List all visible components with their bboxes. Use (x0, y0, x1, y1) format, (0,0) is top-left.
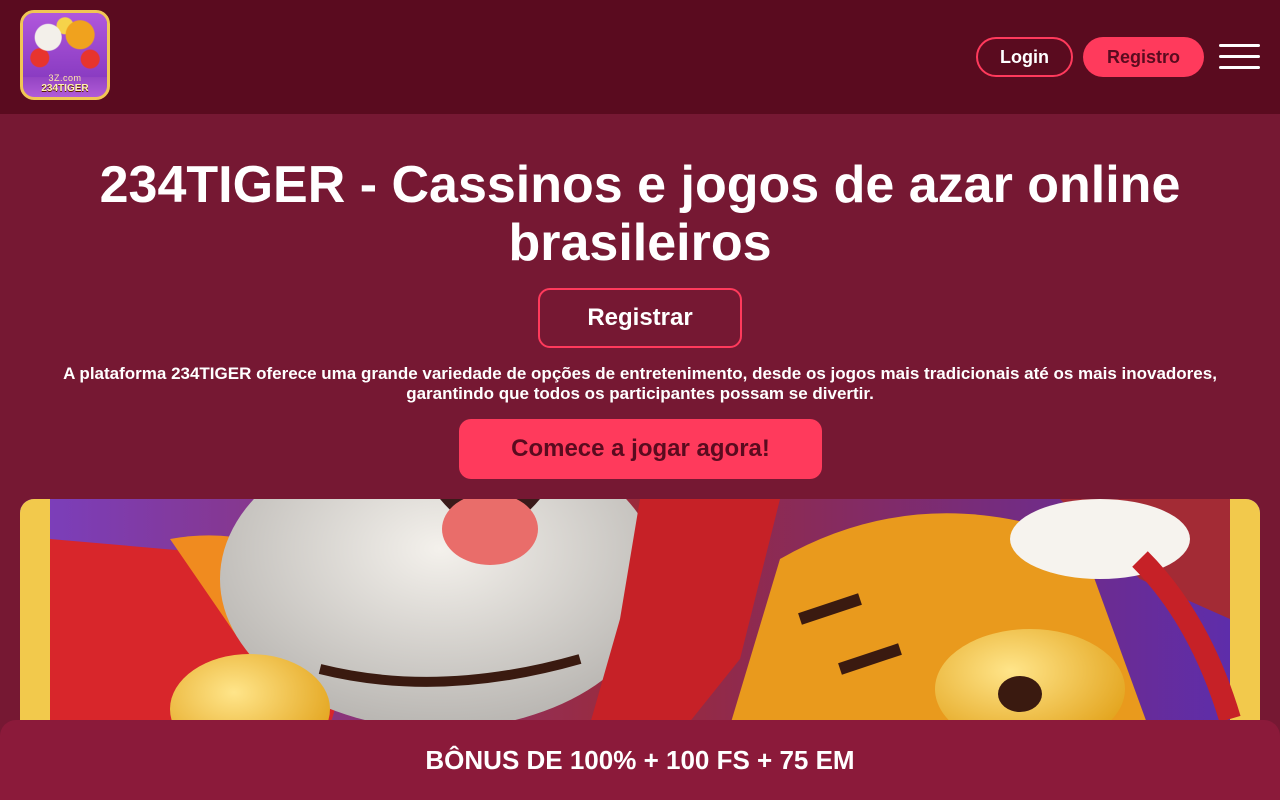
logo-subtext: 3Z.com (48, 73, 82, 83)
register-button[interactable]: Registro (1083, 37, 1204, 77)
login-button[interactable]: Login (976, 37, 1073, 77)
hero-description: A plataforma 234TIGER oferece uma grande… (63, 364, 1217, 403)
page: 3Z.com 234TIGER Login Registro 234TIGER … (0, 0, 1280, 800)
menu-bar (1219, 44, 1260, 47)
hamburger-menu-icon[interactable] (1219, 44, 1260, 70)
logo-artwork (23, 13, 107, 77)
site-header: 3Z.com 234TIGER Login Registro (0, 0, 1280, 114)
bonus-offer-bar[interactable]: BÔNUS DE 100% + 100 FS + 75 EM (0, 720, 1280, 800)
menu-bar (1219, 55, 1260, 58)
start-playing-button[interactable]: Comece a jogar agora! (459, 419, 822, 479)
registrar-button[interactable]: Registrar (538, 288, 742, 348)
logo-brand-text: 234TIGER (41, 83, 89, 94)
site-logo[interactable]: 3Z.com 234TIGER (20, 10, 110, 100)
page-title: 234TIGER - Cassinos e jogos de azar onli… (99, 156, 1181, 272)
menu-bar (1219, 66, 1260, 69)
